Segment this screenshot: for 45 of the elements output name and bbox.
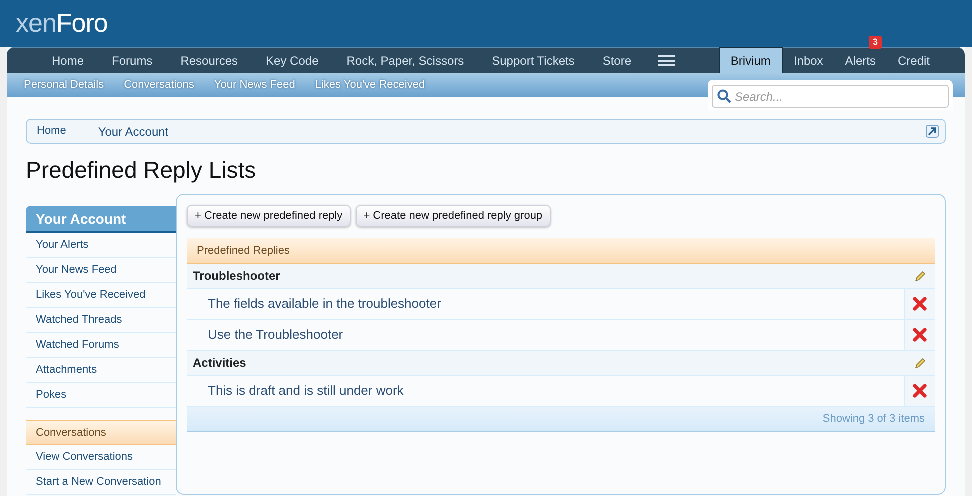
- sidebar-link[interactable]: View Conversations: [36, 448, 134, 466]
- sidebar-link[interactable]: Watched Forums: [36, 336, 120, 354]
- search-icon: [717, 89, 732, 104]
- create-button[interactable]: + Create new predefined reply: [187, 205, 351, 227]
- nav-tab[interactable]: Store: [588, 52, 646, 70]
- menu-icon[interactable]: [658, 54, 675, 66]
- reply-link[interactable]: Use the Troubleshooter: [208, 325, 344, 345]
- sidebar-heading[interactable]: Conversations: [26, 420, 176, 445]
- edit-icon[interactable]: [915, 358, 926, 368]
- sidebar-link[interactable]: Pokes: [36, 386, 67, 404]
- sidebar-link[interactable]: Start a New Conversation: [36, 474, 162, 490]
- nav-tab[interactable]: Rock, Paper, Scissors: [332, 52, 478, 70]
- sidebar-link[interactable]: Watched Threads: [36, 312, 122, 328]
- page-title: Predefined Reply Lists: [26, 156, 258, 184]
- search-box[interactable]: Search...: [712, 85, 949, 108]
- group-title: Troubleshooter: [193, 268, 280, 285]
- sidebar-link[interactable]: Likes You've Received: [36, 286, 146, 304]
- sidebar-heading: Your Account: [26, 206, 176, 233]
- reply-link[interactable]: This is draft and is still under work: [208, 381, 404, 401]
- items-count: Showing 3 of 3 items: [822, 412, 925, 427]
- logo[interactable]: xenForo: [16, 9, 108, 37]
- nav-tab[interactable]: Resources: [166, 52, 252, 70]
- expand-icon[interactable]: [926, 125, 939, 138]
- delete-icon[interactable]: [913, 297, 927, 311]
- nav-tab[interactable]: Support Tickets: [478, 52, 589, 70]
- group-title: Activities: [193, 355, 246, 372]
- breadcrumb-link[interactable]: Your Account: [88, 120, 191, 143]
- edit-icon[interactable]: [915, 270, 926, 282]
- nav-tab[interactable]: Credit: [886, 48, 941, 73]
- nav-tab[interactable]: Alerts: [834, 48, 887, 73]
- delete-icon[interactable]: [913, 328, 927, 342]
- alert-count-badge: 3: [868, 36, 882, 49]
- nav-tab[interactable]: Home: [38, 52, 98, 70]
- nav-tab[interactable]: Brivium: [718, 47, 783, 73]
- sidebar-link[interactable]: Your Alerts: [36, 236, 89, 254]
- table-header: Predefined Replies: [187, 238, 935, 264]
- reply-link[interactable]: The fields available in the troubleshooter: [208, 294, 442, 314]
- nav-tab[interactable]: Key Code: [252, 52, 333, 70]
- nav-tab[interactable]: Inbox: [782, 48, 834, 73]
- delete-icon[interactable]: [913, 384, 927, 398]
- nav-tab[interactable]: Forums: [98, 52, 167, 70]
- sidebar-link[interactable]: Your News Feed: [36, 262, 117, 278]
- create-button[interactable]: + Create new predefined reply group: [356, 205, 551, 227]
- breadcrumb-link[interactable]: Home: [27, 120, 88, 143]
- sidebar-link[interactable]: Attachments: [36, 362, 98, 378]
